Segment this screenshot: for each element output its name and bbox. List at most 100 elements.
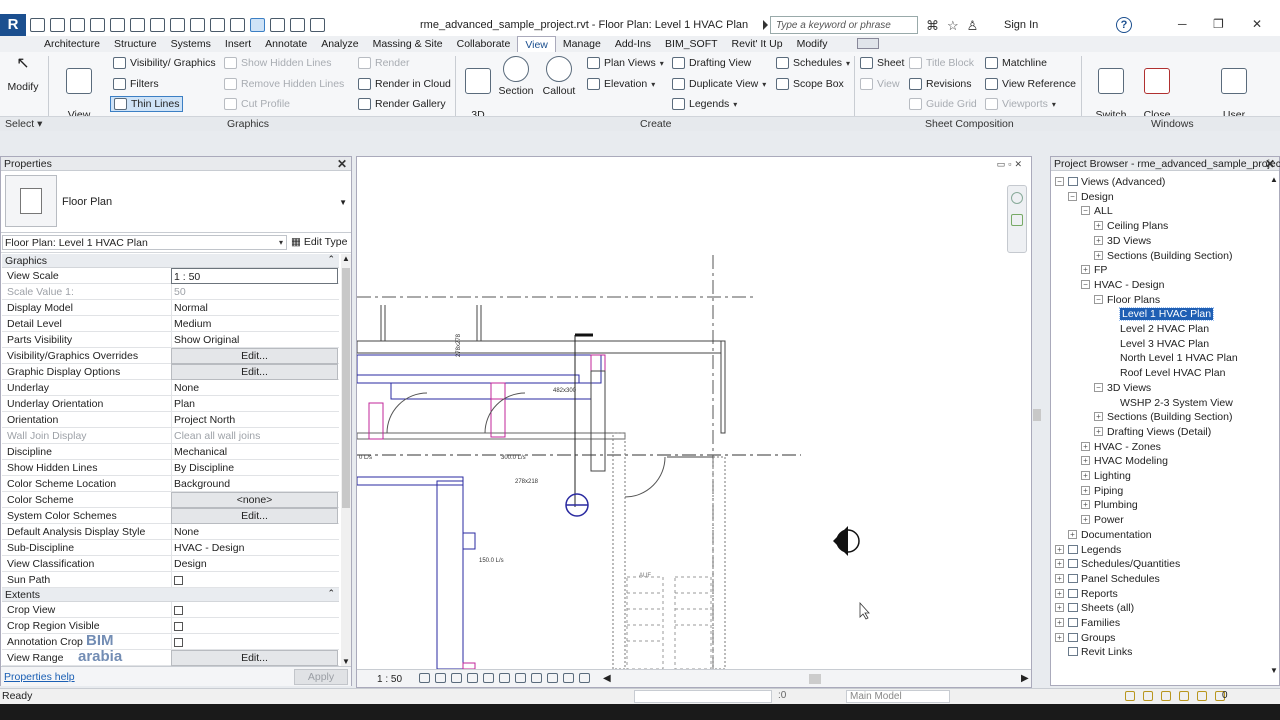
tree-node[interactable]: − Views (Advanced) bbox=[1055, 175, 1165, 189]
tree-node[interactable]: Level 2 HVAC Plan bbox=[1107, 322, 1209, 336]
property-edit-button[interactable]: Edit... bbox=[171, 364, 338, 380]
view-vscroll-thumb[interactable] bbox=[1033, 409, 1041, 421]
select-links-icon[interactable] bbox=[1125, 691, 1135, 701]
expand-icon[interactable]: + bbox=[1081, 471, 1090, 480]
tree-node[interactable]: + Reports bbox=[1055, 587, 1118, 601]
tree-node-label[interactable]: Level 3 HVAC Plan bbox=[1120, 338, 1209, 350]
view-scale[interactable]: 1 : 50 bbox=[377, 674, 402, 685]
temporary-hide-icon[interactable] bbox=[515, 673, 526, 683]
switch-windows-qat-icon[interactable] bbox=[290, 18, 305, 32]
tree-node-label[interactable]: 3D Views bbox=[1107, 382, 1151, 394]
tree-node-label[interactable]: Ceiling Plans bbox=[1107, 220, 1168, 232]
detail-level-icon[interactable] bbox=[419, 673, 430, 683]
crop-view-icon[interactable] bbox=[483, 673, 494, 683]
modify-button[interactable]: ↖ Modify bbox=[6, 56, 40, 94]
property-value[interactable]: By Discipline bbox=[171, 460, 338, 476]
filters-button[interactable]: Filters bbox=[113, 78, 159, 90]
checkbox[interactable] bbox=[174, 622, 183, 631]
viewports-button[interactable]: Viewports ▾ bbox=[985, 98, 1056, 110]
property-group-header[interactable]: Graphics ⌃ bbox=[2, 254, 339, 268]
elevation-button[interactable]: Elevation ▾ bbox=[587, 78, 655, 90]
type-dropdown-icon[interactable]: ▼ bbox=[339, 198, 347, 207]
revisions-button[interactable]: Revisions bbox=[909, 78, 972, 90]
sign-in-link[interactable]: Sign In bbox=[1004, 19, 1038, 31]
edit-type-button[interactable]: ▦ Edit Type bbox=[291, 236, 347, 248]
property-edit-button[interactable]: <none> bbox=[171, 492, 338, 508]
expand-icon[interactable]: + bbox=[1081, 485, 1090, 495]
scope-box-button[interactable]: Scope Box bbox=[776, 78, 844, 90]
thin-lines-button[interactable]: Thin Lines bbox=[110, 96, 184, 112]
property-value[interactable]: 1 : 50 bbox=[171, 268, 338, 284]
legends-button[interactable]: Legends ▾ bbox=[672, 98, 737, 110]
scroll-right-icon[interactable]: ▶ bbox=[1021, 673, 1029, 684]
render-in-cloud-button[interactable]: Render in Cloud bbox=[358, 78, 451, 90]
expand-icon[interactable]: + bbox=[1094, 221, 1103, 231]
tree-node[interactable]: − HVAC - Design bbox=[1081, 278, 1164, 292]
ribbon-tab[interactable]: Insert bbox=[218, 36, 258, 52]
sun-path-icon[interactable] bbox=[451, 673, 462, 683]
collapse-icon[interactable]: − bbox=[1081, 206, 1090, 216]
tree-node-label[interactable]: North Level 1 HVAC Plan bbox=[1120, 352, 1238, 364]
section-button[interactable]: Section bbox=[497, 56, 535, 97]
ribbon-tab[interactable]: Manage bbox=[556, 36, 608, 52]
instance-selector[interactable]: Floor Plan: Level 1 HVAC Plan ▾ bbox=[2, 235, 287, 250]
expand-icon[interactable]: + bbox=[1081, 265, 1090, 275]
expand-icon[interactable]: + bbox=[1055, 603, 1064, 613]
expand-icon[interactable]: + bbox=[1055, 588, 1064, 598]
tree-node-label[interactable]: Panel Schedules bbox=[1081, 573, 1160, 585]
tree-node-label[interactable]: Groups bbox=[1081, 632, 1115, 644]
duplicate-view-button[interactable]: Duplicate View ▾ bbox=[672, 78, 766, 90]
tree-node-label[interactable]: Sheets (all) bbox=[1081, 602, 1134, 614]
visual-style-icon[interactable] bbox=[435, 673, 446, 683]
zoom-icon[interactable] bbox=[1011, 214, 1023, 226]
ribbon-tab[interactable]: Structure bbox=[107, 36, 164, 52]
drafting-view-button[interactable]: Drafting View bbox=[672, 57, 751, 69]
ribbon-tab[interactable]: Add-Ins bbox=[608, 36, 658, 52]
property-value[interactable]: None bbox=[171, 524, 338, 540]
apply-button[interactable]: Apply bbox=[294, 669, 348, 685]
star-icon[interactable]: ☆ bbox=[947, 18, 959, 34]
cut-profile-button[interactable]: Cut Profile bbox=[224, 98, 290, 110]
tree-node[interactable]: Roof Level HVAC Plan bbox=[1107, 366, 1225, 380]
remove-hidden-lines-button[interactable]: Remove Hidden Lines bbox=[224, 78, 344, 90]
tree-node-label[interactable]: Views (Advanced) bbox=[1081, 176, 1165, 188]
search-expand-icon[interactable] bbox=[763, 20, 768, 30]
drawing-view[interactable]: 278x278 0 L/s 300.0 L/s 482x300 278x218 … bbox=[356, 156, 1041, 688]
property-value[interactable]: Show Original bbox=[171, 332, 338, 348]
select-panel-label[interactable]: Select ▾ bbox=[5, 118, 42, 130]
property-checkbox[interactable] bbox=[171, 572, 338, 588]
ribbon-tab[interactable]: Modify bbox=[790, 36, 835, 52]
ribbon-tab[interactable]: Analyze bbox=[314, 36, 365, 52]
close-hidden-qat-icon[interactable] bbox=[270, 18, 285, 32]
tree-node-label[interactable]: Revit Links bbox=[1081, 646, 1132, 658]
tree-node[interactable]: + Plumbing bbox=[1081, 498, 1138, 512]
ribbon-tab[interactable]: BIM_SOFT bbox=[658, 36, 725, 52]
expand-icon[interactable]: + bbox=[1068, 529, 1077, 539]
expand-icon[interactable]: + bbox=[1081, 515, 1090, 525]
show-crop-icon[interactable] bbox=[499, 673, 510, 683]
tree-node[interactable]: + Lighting bbox=[1081, 469, 1131, 483]
tree-node[interactable]: − ALL bbox=[1081, 204, 1113, 218]
scroll-left-icon[interactable]: ◀ bbox=[603, 673, 611, 684]
open-icon[interactable] bbox=[30, 18, 45, 32]
expand-icon[interactable]: + bbox=[1094, 235, 1103, 245]
expand-icon[interactable]: + bbox=[1081, 500, 1090, 510]
property-value[interactable]: Background bbox=[171, 476, 338, 492]
schedules-button[interactable]: Schedules ▾ bbox=[776, 57, 850, 69]
tree-node[interactable]: Level 3 HVAC Plan bbox=[1107, 337, 1209, 351]
tag-icon[interactable] bbox=[170, 18, 185, 32]
tree-node-label[interactable]: Power bbox=[1094, 514, 1124, 526]
tree-node[interactable]: North Level 1 HVAC Plan bbox=[1107, 351, 1238, 365]
tree-node-label[interactable]: Lighting bbox=[1094, 470, 1131, 482]
property-edit-button[interactable]: Edit... bbox=[171, 508, 338, 524]
ribbon-tab[interactable]: Collaborate bbox=[450, 36, 518, 52]
property-value[interactable]: None bbox=[171, 380, 338, 396]
callout-button[interactable]: Callout bbox=[540, 56, 578, 97]
floor-plan-drawing[interactable]: 278x278 0 L/s 300.0 L/s 482x300 278x218 … bbox=[357, 157, 1031, 669]
collapse-icon[interactable]: − bbox=[1055, 177, 1064, 186]
tree-node[interactable]: + Groups bbox=[1055, 631, 1115, 645]
close-project-browser-icon[interactable]: ✕ bbox=[1265, 157, 1275, 171]
user-icon[interactable]: ♙ bbox=[967, 18, 979, 34]
ribbon-tab[interactable]: Revit' It Up bbox=[725, 36, 790, 52]
undo-icon[interactable] bbox=[90, 18, 105, 32]
